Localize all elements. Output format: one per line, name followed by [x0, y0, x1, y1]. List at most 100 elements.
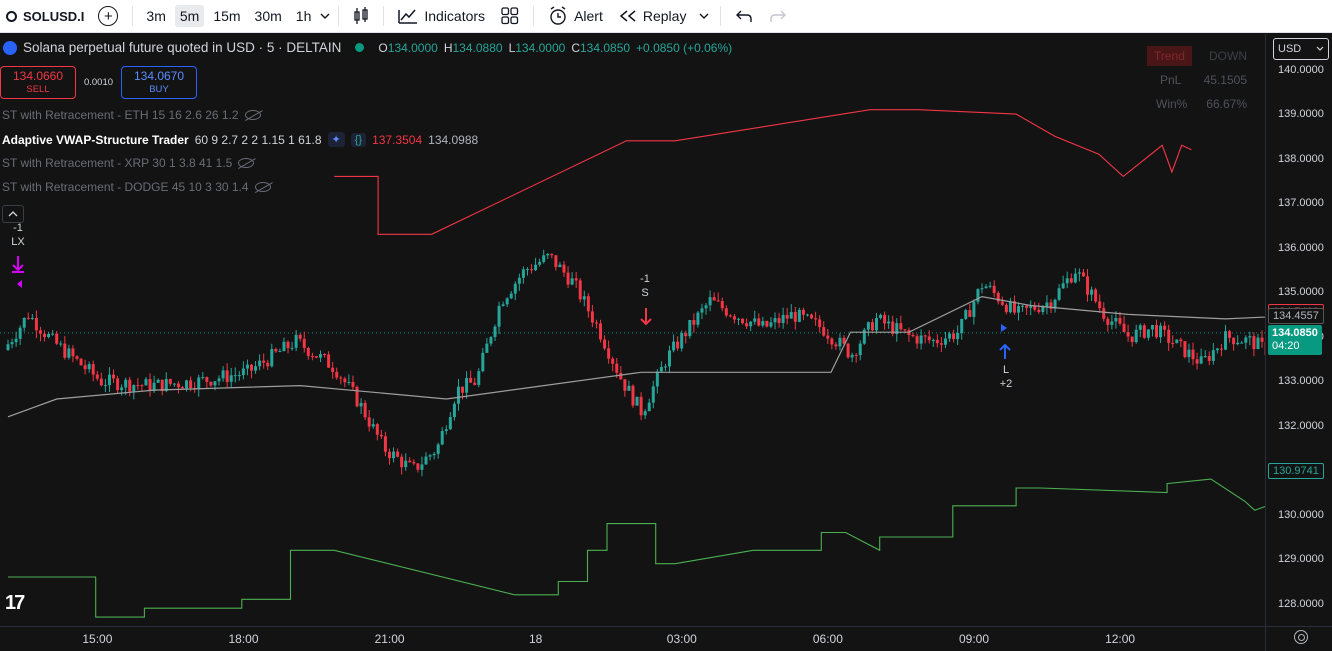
toolbar-separator	[132, 6, 134, 26]
candle-body	[444, 429, 448, 431]
indicators-button[interactable]: Indicators	[390, 0, 493, 32]
timeframe-5m[interactable]: 5m	[174, 5, 205, 27]
candle-body	[250, 364, 253, 371]
timeframe-dropdown-button[interactable]	[318, 0, 332, 32]
candles-icon	[354, 7, 369, 24]
candle-body	[525, 269, 529, 271]
candle-body	[367, 417, 371, 427]
templates-button[interactable]	[493, 0, 527, 32]
replay-dropdown-button[interactable]	[694, 0, 714, 32]
time-tick: 03:00	[666, 632, 697, 646]
candle-body	[513, 283, 517, 294]
timeframe-30m[interactable]: 30m	[250, 5, 287, 27]
candle-body	[75, 356, 79, 359]
candle-body	[465, 377, 469, 393]
timeframe-1h[interactable]: 1h	[291, 5, 317, 27]
candle-body	[757, 318, 761, 326]
ai-sparkle-icon[interactable]: ✦	[327, 132, 345, 147]
candle-body	[351, 381, 355, 387]
open-value: 134.0000	[387, 40, 438, 55]
candle-body	[1211, 350, 1215, 361]
candle-body	[655, 371, 659, 387]
currency-select[interactable]: USD	[1273, 38, 1329, 60]
indicator-vwap-trader[interactable]: Adaptive VWAP-Structure Trader 60 9 2.7 …	[2, 132, 478, 147]
candle-body	[1057, 288, 1061, 300]
replay-button[interactable]: Replay	[611, 0, 695, 32]
candle-body	[992, 285, 996, 293]
candle-body	[1228, 331, 1232, 338]
candle-body	[473, 382, 477, 385]
candle-body	[1159, 325, 1163, 338]
eye-off-icon[interactable]	[238, 158, 255, 168]
eye-off-icon[interactable]	[254, 182, 271, 192]
candle-body	[1041, 306, 1045, 313]
candle-body	[818, 319, 822, 328]
candle-body	[1008, 301, 1012, 313]
timeframe-group: 3m 5m 15m 30m 1h	[139, 0, 318, 32]
candle-body	[38, 330, 42, 334]
candle-body	[217, 378, 221, 382]
candle-body	[627, 385, 631, 391]
timeframe-15m[interactable]: 15m	[208, 5, 245, 27]
time-axis[interactable]: 15:00 18:00 21:00 18 03:00 06:00 09:00 12:00	[0, 626, 1265, 651]
candle-body	[741, 318, 745, 324]
candle-body	[879, 314, 883, 319]
eye-off-icon[interactable]	[244, 110, 261, 120]
candle-body	[254, 366, 258, 371]
undo-button[interactable]	[727, 0, 761, 32]
candle-body	[132, 385, 136, 392]
collapse-legend-button[interactable]	[2, 205, 24, 223]
indicator-xrp[interactable]: ST with Retracement - XRP 30 1 3.8 41 1.…	[2, 156, 255, 170]
buy-button[interactable]: 134.0670 BUY	[121, 66, 197, 99]
candle-body	[339, 377, 343, 379]
candle-body	[87, 364, 91, 370]
gear-icon[interactable]	[1294, 630, 1308, 644]
candle-body	[870, 322, 874, 331]
candle-body	[112, 374, 116, 379]
market-open-status-icon	[355, 43, 365, 52]
candle-body	[538, 261, 542, 265]
candle-body	[773, 318, 777, 323]
candle-body	[956, 332, 960, 340]
candle-body	[923, 335, 927, 337]
chart-pane[interactable]: -1 LX -1 S L +2 Solana perpetual future quote…	[0, 34, 1332, 626]
candle-body	[858, 343, 862, 356]
candle-body	[830, 338, 834, 345]
compare-button[interactable]: +	[84, 0, 126, 32]
candle-body	[732, 316, 736, 320]
price-chart[interactable]: -1 LX -1 S L +2	[0, 34, 1332, 626]
candle-body	[120, 387, 124, 391]
candle-body	[1118, 318, 1122, 324]
sell-label: SELL	[26, 83, 50, 95]
candle-body	[737, 318, 740, 320]
timeframe-3m[interactable]: 3m	[141, 5, 170, 27]
candle-body	[156, 379, 160, 383]
price-axis[interactable]: USD 140.0000 139.0000 138.0000 137.0000 136.…	[1265, 34, 1332, 626]
candle-body	[469, 377, 473, 383]
candle-body	[396, 451, 400, 457]
candle-body	[99, 378, 103, 386]
candle-body	[22, 317, 26, 328]
symbol-search-button[interactable]: SOLUSD.I	[0, 0, 84, 32]
tradingview-logo[interactable]: 17	[5, 592, 25, 615]
symbol-title[interactable]: Solana perpetual future quoted in USD · …	[23, 40, 341, 55]
candle-body	[440, 430, 444, 445]
change-value: +0.0850 (+0.06%)	[636, 40, 733, 55]
indicator-eth[interactable]: ST with Retracement - ETH 15 16 2.6 26 1…	[2, 108, 261, 122]
chart-type-button[interactable]	[345, 0, 377, 32]
alert-button[interactable]: Alert	[540, 0, 611, 32]
current-price-label: 134.0850 04:20	[1268, 324, 1322, 355]
candle-body	[34, 317, 38, 331]
candle-body	[1130, 336, 1134, 343]
candle-body	[988, 285, 992, 287]
redo-button[interactable]	[761, 0, 795, 32]
candle-body	[229, 375, 233, 382]
candle-body	[570, 278, 574, 285]
sell-button[interactable]: 134.0660 SELL	[0, 66, 76, 99]
long-entry-arrow-icon	[999, 343, 1011, 359]
candle-body	[777, 318, 781, 323]
candle-body	[1126, 332, 1130, 337]
candle-body	[71, 348, 75, 357]
source-code-icon[interactable]: {}	[350, 132, 367, 147]
indicator-dodge[interactable]: ST with Retracement - DODGE 45 10 3 30 1…	[2, 180, 271, 194]
